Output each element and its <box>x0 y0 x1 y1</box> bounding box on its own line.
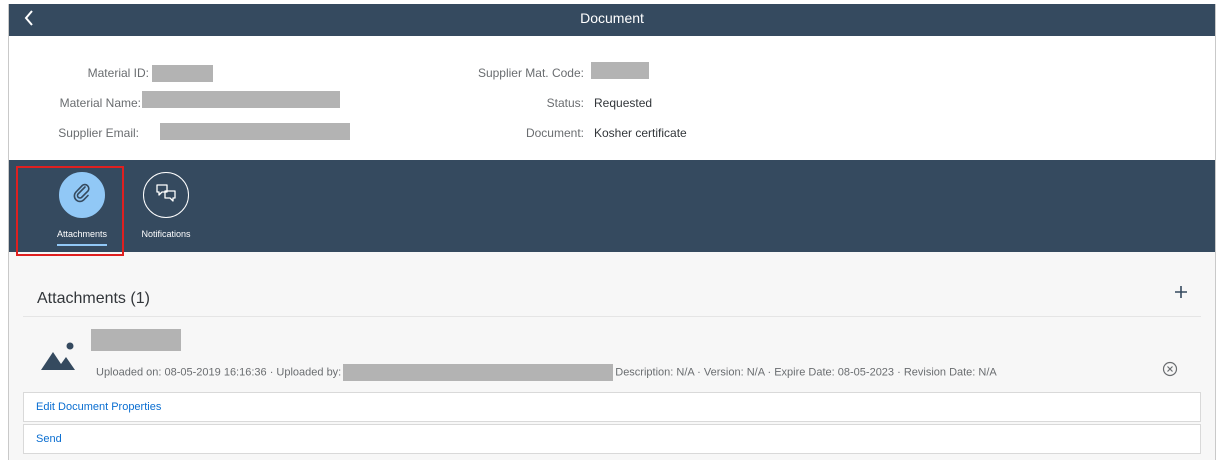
icon-tab-bar: Attachments Notifications <box>9 160 1215 252</box>
add-attachment-button[interactable] <box>1169 282 1193 306</box>
tab-attachments-circle <box>59 172 105 218</box>
shell-header: Document <box>9 4 1215 36</box>
material-name-label: Material Name: <box>59 96 141 110</box>
document-label: Document: <box>525 126 584 140</box>
chat-bubbles-icon <box>155 182 177 209</box>
page-title: Document <box>580 10 644 26</box>
supplier-mat-code-label: Supplier Mat. Code: <box>477 66 584 80</box>
edit-document-properties-link[interactable]: Edit Document Properties <box>23 392 1201 422</box>
send-link[interactable]: Send <box>23 424 1201 454</box>
add-icon <box>1174 285 1188 304</box>
attachment-item[interactable]: Uploaded on: 08-05-2019 16:16:36 · Uploa… <box>23 324 1201 390</box>
attachments-title: Attachments (1) <box>37 290 150 307</box>
tab-notifications[interactable]: Notifications <box>121 160 211 252</box>
supplier-email-value <box>160 123 350 140</box>
tab-attachments-label: Attachments <box>56 229 108 239</box>
material-id-value <box>152 65 213 82</box>
document-value: Kosher certificate <box>594 126 687 140</box>
supplier-email-label: Supplier Email: <box>58 126 139 140</box>
delete-attachment-button[interactable] <box>1161 361 1179 382</box>
object-header: Material ID: Material Name: Supplier Ema… <box>9 36 1215 160</box>
uploaded-by-value <box>343 364 614 381</box>
status-value: Requested <box>594 96 653 110</box>
remove-circle-icon <box>1162 361 1178 382</box>
attachment-attributes: Uploaded on: 08-05-2019 16:16:36 · Uploa… <box>96 364 997 381</box>
attachments-section: Attachments (1) Uploaded on: 08-05-2019 … <box>9 252 1215 460</box>
tab-selected-indicator <box>57 244 107 246</box>
material-id-label: Material ID: <box>87 66 149 80</box>
app-frame: Document Material ID: Material Name: Sup… <box>8 4 1216 460</box>
tab-notifications-label: Notifications <box>141 229 191 239</box>
attachment-details-text: Description: N/A · Version: N/A · Expire… <box>615 366 997 379</box>
divider <box>23 316 1201 317</box>
tab-attachments[interactable]: Attachments <box>37 160 127 252</box>
tab-notifications-circle <box>143 172 189 218</box>
supplier-mat-code-value <box>591 62 649 79</box>
uploaded-on-text: Uploaded on: 08-05-2019 16:16:36 · Uploa… <box>96 366 342 379</box>
paperclip-icon <box>72 183 92 208</box>
image-file-icon <box>39 340 79 374</box>
status-label: Status: <box>546 96 584 110</box>
attachment-file-name[interactable] <box>91 329 181 351</box>
material-name-value <box>142 91 340 108</box>
